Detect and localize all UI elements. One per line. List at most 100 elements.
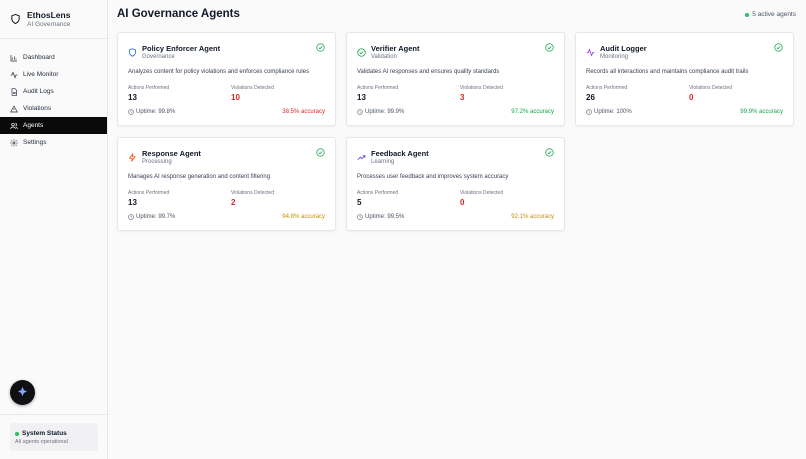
check-circle-icon [316,148,325,157]
sidebar: EthosLens AI Governance Dashboard Live M… [0,0,108,459]
active-agents-badge: 5 active agents [745,11,796,18]
sidebar-item-label: Agents [23,122,44,129]
accuracy-text: 99.9% accuracy [740,109,783,115]
agent-card-feedback[interactable]: Feedback Agent Learning Processes user f… [346,137,565,231]
sidebar-item-label: Live Monitor [23,71,59,78]
system-status-panel: System Status All agents operational [10,423,98,451]
agent-role: Validation [371,54,397,60]
sidebar-item-settings[interactable]: Settings [0,134,107,151]
sidebar-item-audit-logs[interactable]: Audit Logs [0,83,107,100]
active-agents-count: 5 active agents [752,11,796,18]
actions-label: Actions Performed [128,85,170,91]
actions-label: Actions Performed [586,85,628,91]
clock-icon [128,214,134,220]
agent-description: Records all interactions and maintains c… [586,69,749,75]
agent-description: Analyzes content for policy violations a… [128,69,310,75]
agent-card-response[interactable]: Response Agent Processing Manages AI res… [117,137,336,231]
clock-icon [357,109,363,115]
agent-card-policy-enforcer[interactable]: Policy Enforcer Agent Governance Analyze… [117,32,336,126]
sidebar-item-agents[interactable]: Agents [0,117,107,134]
sidebar-item-label: Settings [23,139,47,146]
violations-label: Violations Detected [231,190,274,196]
violations-value: 0 [460,198,465,207]
agent-role: Monitoring [600,54,629,60]
uptime-text: Uptime: 99.7% [136,214,176,220]
trending-up-icon [357,153,366,162]
accuracy-text: 92.1% accuracy [511,214,554,220]
uptime-text: Uptime: 99.5% [365,214,405,220]
activity-icon [586,48,595,57]
sidebar-item-violations[interactable]: Violations [0,100,107,117]
actions-value: 26 [586,93,595,102]
assistant-icon [17,386,28,399]
violations-value: 0 [689,93,694,102]
sidebar-item-dashboard[interactable]: Dashboard [0,49,107,66]
agent-role: Processing [142,159,172,165]
agent-description: Manages AI response generation and conte… [128,174,271,180]
status-dot [745,12,750,17]
check-circle-icon [545,148,554,157]
uptime-text: Uptime: 100% [594,109,632,115]
file-icon [10,87,18,96]
sidebar-item-label: Violations [23,105,52,112]
sidebar-item-label: Dashboard [23,54,55,61]
agent-role: Governance [142,54,175,60]
sidebar-item-label: Audit Logs [23,88,54,95]
check-circle-icon [316,43,325,52]
assistant-button[interactable] [10,380,35,405]
clock-icon [357,214,363,220]
system-status-title: System Status [22,430,67,437]
agent-name: Response Agent [142,149,201,158]
users-icon [10,122,18,130]
status-dot [15,431,19,436]
violations-value: 3 [460,93,465,102]
violations-label: Violations Detected [231,85,274,91]
violations-label: Violations Detected [689,85,732,91]
agent-name: Verifier Agent [371,44,420,53]
actions-label: Actions Performed [357,85,399,91]
actions-value: 13 [357,93,366,102]
brand-subtitle: AI Governance [27,20,71,28]
accuracy-text: 38.5% accuracy [282,109,325,115]
violations-label: Violations Detected [460,85,503,91]
divider [0,414,107,415]
actions-label: Actions Performed [357,190,399,196]
warning-icon [10,104,18,113]
check-circle-icon [545,43,554,52]
system-status-subtitle: All agents operational [15,439,68,445]
violations-value: 2 [231,198,236,207]
agent-name: Audit Logger [600,44,647,53]
clock-icon [586,109,592,115]
page-title: AI Governance Agents [117,8,240,20]
shield-icon [128,48,137,57]
shield-icon [10,13,22,25]
actions-label: Actions Performed [128,190,170,196]
check-circle-icon [774,43,783,52]
agent-role: Learning [371,159,395,165]
violations-value: 10 [231,93,240,102]
agent-name: Policy Enforcer Agent [142,44,221,53]
check-circle-icon [357,48,366,57]
actions-value: 13 [128,93,137,102]
zap-icon [128,153,137,162]
chart-icon [10,54,18,62]
actions-value: 13 [128,198,137,207]
violations-label: Violations Detected [460,190,503,196]
clock-icon [128,109,134,115]
gear-icon [10,138,18,147]
activity-icon [10,70,18,79]
sidebar-item-live-monitor[interactable]: Live Monitor [0,66,107,83]
uptime-text: Uptime: 99.9% [365,109,405,115]
main-content: AI Governance Agents 5 active agents Pol… [108,0,806,459]
agent-name: Feedback Agent [371,149,429,158]
sidebar-nav: Dashboard Live Monitor Audit Logs Violat… [0,39,107,151]
actions-value: 5 [357,198,362,207]
agent-card-verifier[interactable]: Verifier Agent Validation Validates AI r… [346,32,565,126]
agent-description: Validates AI responses and ensures quali… [357,69,500,75]
brand-name: EthosLens [27,9,71,20]
uptime-text: Uptime: 99.8% [136,109,176,115]
agent-card-audit-logger[interactable]: Audit Logger Monitoring Records all inte… [575,32,794,126]
accuracy-text: 97.2% accuracy [511,109,554,115]
brand: EthosLens AI Governance [0,0,107,39]
accuracy-text: 94.8% accuracy [282,214,325,220]
